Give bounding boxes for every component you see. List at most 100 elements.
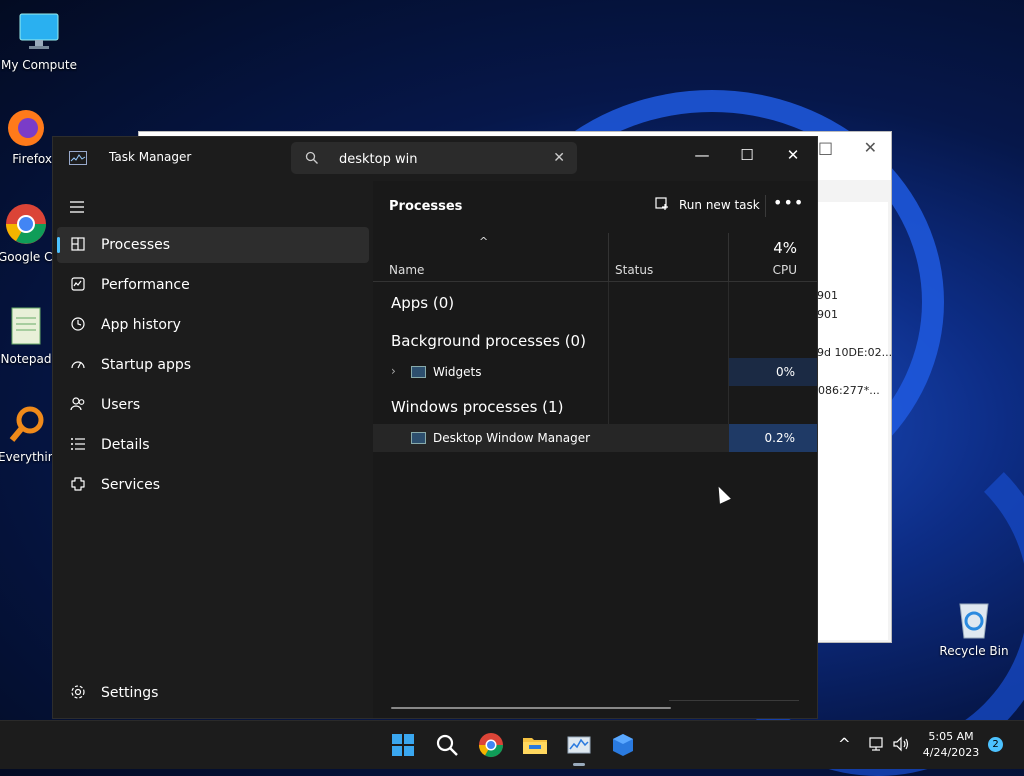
start-button[interactable] [389,731,417,759]
process-row[interactable]: › Widgets 0% [373,358,817,386]
nav-label: Settings [101,685,159,701]
desktop-icon-everything[interactable]: Everything [0,402,54,464]
clock-time: 5:05 AM [928,730,974,743]
everything-search-icon [4,402,48,446]
desktop-icon-label: Recycle Bin [939,644,1009,658]
background-window-text: 901 [817,308,838,321]
task-manager-window[interactable]: Task Manager ✕ — ☐ ✕ Processes Performan… [52,136,818,719]
background-window-content [817,202,888,640]
taskbar-task-manager[interactable] [565,731,593,766]
background-window-controls[interactable]: □ ✕ [818,138,877,157]
horizontal-scroll-track [669,700,799,701]
taskbar-file-explorer[interactable] [521,731,549,759]
desktop-icon-chrome[interactable]: Google Chrome [0,202,54,265]
startup-apps-icon [69,356,87,374]
search-icon [436,734,458,756]
processes-icon [69,236,87,254]
process-cpu: 0.2% [764,431,796,445]
close-icon[interactable]: ✕ [864,138,877,157]
taskbar-search-button[interactable] [433,731,461,759]
minimize-button[interactable]: — [679,141,725,169]
desktop-icon-label: Google Chrome [0,250,54,264]
search-box[interactable]: ✕ [291,142,577,174]
taskbar-chrome[interactable] [477,731,505,759]
column-header-name[interactable]: Name [389,263,424,277]
chrome-icon [479,733,503,758]
nav-details[interactable]: Details [57,427,369,463]
toolbar-divider [765,195,766,217]
column-header-cpu[interactable]: CPU [773,263,797,277]
background-window-text: 901 [817,289,838,302]
details-icon [69,436,87,454]
process-cpu: 0% [775,365,795,379]
close-icon: ✕ [786,146,800,164]
process-cpu-cell: 0.2% [729,424,817,452]
notification-badge[interactable]: 2 [988,737,1003,752]
process-name: Desktop Window Manager [433,431,591,445]
monitor-icon [17,10,61,54]
more-icon: ••• [773,193,805,212]
column-divider[interactable] [728,233,729,281]
hamburger-menu-icon[interactable] [69,199,85,213]
desktop-icon-label: Firefox [12,152,52,166]
nav-label: Users [101,397,141,413]
column-header-status[interactable]: Status [615,263,653,277]
maximize-button[interactable]: ☐ [724,141,770,169]
network-icon[interactable] [868,736,886,756]
volume-icon[interactable] [892,736,910,756]
chevron-right-icon[interactable]: › [391,364,396,378]
minimize-icon: — [694,146,710,164]
nav-processes[interactable]: Processes [57,227,369,263]
desktop-icon-label: Notepad [0,352,52,366]
nav-users[interactable]: Users [57,387,369,423]
task-manager-icon [69,151,87,165]
processes-panel: Processes Run new task ••• ^ Name Status… [373,181,817,718]
sidebar: Processes Performance App history Startu… [53,181,373,718]
desktop-icon-my-computer[interactable]: My Computer [1,10,77,72]
show-hidden-icons-chevron-up-icon[interactable]: ^ [838,735,851,753]
chrome-icon [4,202,48,246]
nav-startup-apps[interactable]: Startup apps [57,347,369,383]
taskbar-app-cube[interactable] [609,731,637,759]
more-options-button[interactable]: ••• [773,193,803,213]
gear-icon [69,684,87,702]
nav-label: Processes [101,237,171,253]
titlebar[interactable]: Task Manager ✕ — ☐ ✕ [53,137,817,181]
sort-arrow-icon[interactable]: ^ [479,235,488,248]
nav-settings[interactable]: Settings [57,675,369,711]
app-history-icon [69,316,87,334]
notepad-icon [4,304,48,348]
recycle-bin-icon [952,596,996,640]
nav-services[interactable]: Services [57,467,369,503]
page-title: Processes [389,199,463,214]
search-input[interactable] [337,148,541,170]
firefox-icon [4,104,48,148]
process-cpu-cell: 0% [729,358,817,386]
dwm-app-icon [411,432,426,444]
desktop-icon-firefox[interactable]: Firefox [0,104,54,166]
nav-performance[interactable]: Performance [57,267,369,303]
maximize-icon: ☐ [740,146,754,164]
group-header-apps: Apps (0) [391,294,455,312]
search-icon [305,150,319,164]
nav-app-history[interactable]: App history [57,307,369,343]
process-name: Widgets [433,365,482,379]
nav-label: App history [101,317,181,333]
desktop-icon-recycle-bin[interactable]: Recycle Bin [936,596,1012,658]
users-icon [69,396,87,414]
process-list: Apps (0) Background processes (0) › Widg… [373,282,817,702]
group-header-background: Background processes (0) [391,332,586,350]
desktop-icon-label: My Computer [1,58,77,72]
system-clock[interactable]: 5:05 AM 4/24/2023 [916,729,986,761]
run-task-icon [655,197,669,211]
clear-search-icon[interactable]: ✕ [553,150,565,166]
column-divider[interactable] [608,233,609,281]
services-icon [69,476,87,494]
close-button[interactable]: ✕ [770,141,816,169]
maximize-icon[interactable]: □ [818,138,833,157]
column-header-cpu-total[interactable]: 4% [773,239,797,257]
widgets-app-icon [411,366,426,378]
horizontal-scrollbar[interactable] [391,707,671,709]
desktop-icon-notepad[interactable]: Notepad [0,304,54,366]
process-row[interactable]: Desktop Window Manager 0.2% [373,424,817,452]
